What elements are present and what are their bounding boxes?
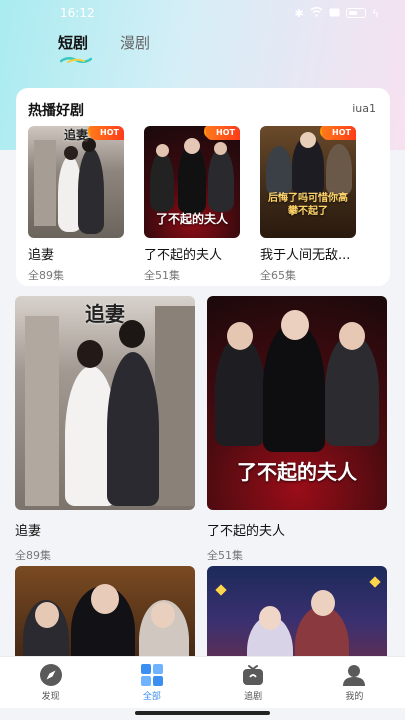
hot-badge: HOT xyxy=(322,126,356,140)
screen-record-icon xyxy=(329,7,340,20)
bottom-navigation: 发现 全部 追剧 我的 xyxy=(0,656,405,708)
hot-drama-section: 热播好剧 iua1 追妻 HOT 追妻 全89集 了不起的夫人 HOT 了不起的… xyxy=(16,88,390,286)
drama-title: 了不起的夫人 xyxy=(144,248,223,263)
drama-card[interactable]: 追妻 追妻 全89集 xyxy=(15,296,195,563)
hot-item[interactable]: 了不起的夫人 HOT 了不起的夫人 全51集 xyxy=(144,126,240,283)
drama-title: 我于人间无敌... xyxy=(260,248,351,263)
episode-count: 全89集 xyxy=(15,549,51,562)
poster-title: 了不起的夫人 xyxy=(237,460,357,484)
tab-underline-icon xyxy=(60,57,92,63)
hot-item[interactable]: 追妻 HOT 追妻 全89集 xyxy=(28,126,124,283)
tab-short-drama[interactable]: 短剧 xyxy=(58,32,92,63)
status-time: 16:12 xyxy=(60,6,95,20)
nav-label: 全部 xyxy=(142,692,161,702)
nav-item-profile[interactable]: 我的 xyxy=(304,657,405,708)
hot-badge: HOT xyxy=(90,126,124,140)
charging-icon: ϟ xyxy=(371,6,379,20)
nav-label: 我的 xyxy=(345,692,364,702)
poster-image: 追妻 HOT xyxy=(28,126,124,238)
user-icon xyxy=(343,665,366,686)
nav-item-follow[interactable]: 追剧 xyxy=(203,657,304,708)
poster-image: 后悔了吗可惜你高攀不起了 HOT xyxy=(260,126,356,238)
poster-image: 追妻 xyxy=(15,296,195,510)
tv-icon xyxy=(243,665,264,685)
category-tabs: 短剧 漫剧 xyxy=(58,32,150,63)
nav-item-all[interactable]: 全部 xyxy=(101,657,202,708)
status-bar: 16:12 ✱ ϟ xyxy=(0,0,405,26)
home-indicator xyxy=(135,711,270,715)
bluetooth-icon: ✱ xyxy=(294,6,304,20)
episode-count: 全89集 xyxy=(28,269,64,282)
grid-icon xyxy=(140,664,163,686)
compass-icon xyxy=(39,664,62,686)
nav-item-discover[interactable]: 发现 xyxy=(0,657,101,708)
drama-title: 追妻 xyxy=(15,524,42,539)
nav-label: 追剧 xyxy=(244,692,263,702)
poster-image: 了不起的夫人 HOT xyxy=(144,126,240,238)
poster-image: 了不起的夫人 xyxy=(207,296,387,510)
poster-title: 后悔了吗可惜你高攀不起了 xyxy=(268,193,348,217)
poster-title: 了不起的夫人 xyxy=(155,212,228,226)
episode-count: 全51集 xyxy=(207,549,243,562)
tab-label: 短剧 xyxy=(58,34,89,52)
drama-card[interactable]: 了不起的夫人 了不起的夫人 全51集 xyxy=(207,296,387,563)
nav-label: 发现 xyxy=(41,692,60,702)
poster-title: 追妻 xyxy=(85,302,125,326)
section-more-link[interactable]: iua1 xyxy=(352,102,376,115)
wifi-icon xyxy=(310,6,323,20)
tab-comic-drama[interactable]: 漫剧 xyxy=(120,32,150,53)
status-icons: ✱ ϟ xyxy=(295,7,379,20)
episode-count: 全51集 xyxy=(144,269,180,282)
drama-title: 了不起的夫人 xyxy=(207,524,286,539)
battery-icon xyxy=(345,8,366,18)
section-title: 热播好剧 xyxy=(28,103,84,119)
hot-badge: HOT xyxy=(206,126,240,140)
episode-count: 全65集 xyxy=(260,269,296,282)
hot-item[interactable]: 后悔了吗可惜你高攀不起了 HOT 我于人间无敌... 全65集 xyxy=(260,126,356,283)
drama-title: 追妻 xyxy=(28,248,55,263)
tab-label: 漫剧 xyxy=(120,34,151,52)
